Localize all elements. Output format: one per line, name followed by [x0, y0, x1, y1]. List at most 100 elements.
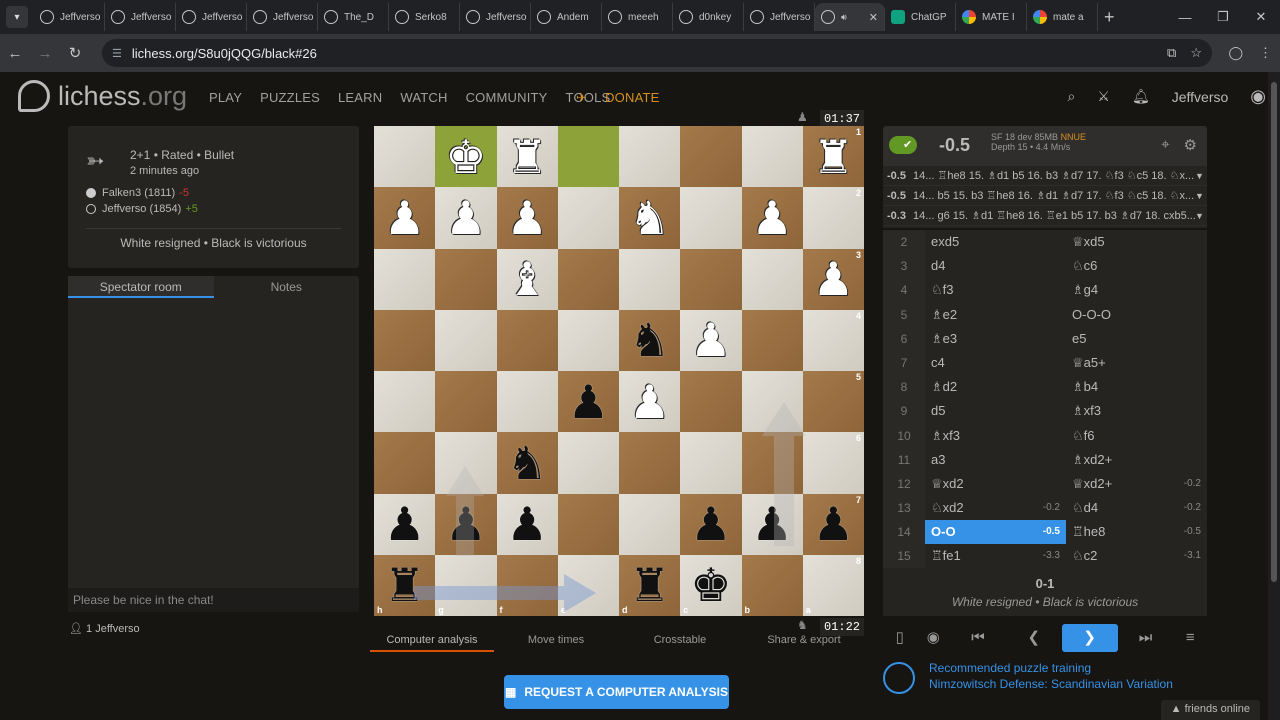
browser-tab[interactable]: mate a — [1027, 3, 1098, 31]
site-info-icon[interactable]: ☰ — [112, 47, 122, 60]
search-icon[interactable]: ⌕ — [1068, 88, 1076, 105]
speaker-icon[interactable]: 🔊︎ — [841, 12, 847, 23]
white-knight-piece[interactable]: ♞ — [629, 195, 670, 241]
board-square[interactable] — [619, 126, 681, 188]
board-square[interactable]: ♟ — [557, 371, 619, 433]
black-move[interactable]: ♗g4 — [1066, 278, 1207, 302]
board-square[interactable]: 5 — [802, 371, 864, 433]
board-square[interactable] — [435, 248, 497, 310]
engine-line[interactable]: -0.3 14... g6 15. ♗d1 ♖he8 16. ♖e1 b5 17.… — [883, 206, 1207, 226]
user-avatar-icon[interactable]: ◉ — [1250, 86, 1266, 107]
board-square[interactable]: ♞ — [496, 432, 558, 494]
board-square[interactable] — [435, 309, 497, 371]
black-knight-piece[interactable]: ♞ — [629, 317, 670, 363]
board-square[interactable]: f — [496, 554, 558, 616]
black-move[interactable]: ♕xd2+ -0.2 — [1066, 472, 1207, 496]
black-move[interactable]: ♘f6 — [1066, 424, 1207, 448]
black-move[interactable]: e5 — [1066, 327, 1207, 351]
prev-move-button[interactable]: ❮ — [1006, 624, 1062, 652]
donate-link[interactable]: ✈ DONATE — [576, 90, 660, 106]
white-move[interactable]: ♗d2 — [925, 375, 1066, 399]
board-square[interactable]: b — [741, 554, 803, 616]
puzzle-theme[interactable]: Nimzowitsch Defense: Scandinavian Variat… — [929, 677, 1173, 691]
board-square[interactable]: ♟ — [435, 493, 497, 555]
browser-tab[interactable]: Andem — [531, 3, 602, 31]
black-rook-piece[interactable]: ♜ — [384, 562, 425, 608]
tab-move-times[interactable]: Move times — [494, 630, 618, 652]
black-king-piece[interactable]: ♚ — [690, 562, 731, 608]
board-square[interactable]: ♟ — [741, 187, 803, 249]
puzzle-title[interactable]: Recommended puzzle training — [929, 661, 1091, 675]
black-pawn-piece[interactable]: ♟ — [568, 379, 609, 425]
engine-line[interactable]: -0.5 14... b5 15. b3 ♖he8 16. ♗d1 ♗d7 17.… — [883, 186, 1207, 206]
black-pawn-piece[interactable]: ♟ — [384, 501, 425, 547]
white-rook-piece[interactable]: ♜ — [507, 134, 548, 180]
board-square[interactable]: ♟ — [496, 187, 558, 249]
board-square[interactable]: ♚ — [435, 126, 497, 188]
request-analysis-button[interactable]: ▦ REQUEST A COMPUTER ANALYSIS — [504, 675, 729, 709]
white-move[interactable]: O-O -0.5 — [925, 520, 1066, 545]
white-pawn-piece[interactable]: ♟ — [445, 195, 486, 241]
board-square[interactable] — [557, 248, 619, 310]
board-square[interactable] — [741, 248, 803, 310]
board-square[interactable] — [680, 371, 742, 433]
browser-tab[interactable]: 🔊︎ ✕ — [815, 3, 885, 31]
white-pawn-piece[interactable]: ♟ — [507, 195, 548, 241]
nav-play[interactable]: PLAY — [209, 90, 242, 105]
notifications-bell-icon[interactable]: 🔔︎ — [1132, 88, 1150, 105]
nav-community[interactable]: COMMUNITY — [466, 90, 548, 105]
install-app-icon[interactable]: ⧉ — [1167, 45, 1176, 61]
menu-icon[interactable]: ≡ — [1173, 624, 1207, 652]
board-square[interactable] — [496, 309, 558, 371]
black-move[interactable]: ♘c2 -3.1 — [1066, 544, 1207, 568]
board-square[interactable]: ♜ — [496, 126, 558, 188]
board-square[interactable]: ♟ — [619, 371, 681, 433]
white-king-piece[interactable]: ♚ — [445, 134, 486, 180]
black-move[interactable]: ♗b4 — [1066, 375, 1207, 399]
browser-tab[interactable]: Serko8 — [389, 3, 460, 31]
target-icon[interactable]: ⌖ — [1161, 136, 1169, 154]
board-square[interactable]: ♚ c — [680, 554, 742, 616]
chat-input[interactable]: Please be nice in the chat! — [68, 588, 359, 612]
black-move[interactable]: ♗xf3 — [1066, 399, 1207, 423]
white-move[interactable]: c4 — [925, 351, 1066, 375]
close-window-button[interactable]: ✕ — [1242, 0, 1280, 34]
close-tab-icon[interactable]: ✕ — [869, 11, 878, 24]
expand-triangle-icon[interactable]: ▼ — [1195, 211, 1207, 221]
profile-icon[interactable]: ◯ — [1228, 45, 1243, 61]
white-move[interactable]: d4 — [925, 254, 1066, 278]
bookmark-star-icon[interactable]: ☆ — [1190, 45, 1202, 61]
board-square[interactable]: ♟ 3 — [802, 248, 864, 310]
board-square[interactable]: ♟ — [374, 187, 436, 249]
black-move[interactable]: ♘d4 -0.2 — [1066, 496, 1207, 520]
forward-button[interactable]: → — [30, 45, 60, 62]
board-square[interactable]: ♞ — [619, 187, 681, 249]
white-pawn-piece[interactable]: ♟ — [629, 379, 670, 425]
page-scrollbar[interactable] — [1268, 72, 1280, 720]
user-menu[interactable]: Jeffverso — [1172, 89, 1229, 105]
board-square[interactable] — [619, 493, 681, 555]
black-move[interactable]: ♕a5+ — [1066, 351, 1207, 375]
board-square[interactable]: ♟ — [680, 493, 742, 555]
back-button[interactable]: ← — [0, 45, 30, 62]
board-square[interactable] — [557, 432, 619, 494]
board-square[interactable]: 2 — [802, 187, 864, 249]
board-square[interactable]: ♟ — [374, 493, 436, 555]
black-move[interactable]: ♘c6 — [1066, 254, 1207, 278]
board-square[interactable] — [557, 493, 619, 555]
board-square[interactable]: 8a — [802, 554, 864, 616]
board-square[interactable] — [374, 248, 436, 310]
board-square[interactable] — [680, 248, 742, 310]
reload-button[interactable]: ↻ — [60, 44, 90, 62]
white-move[interactable]: ♗e2 — [925, 303, 1066, 327]
board-square[interactable]: g — [435, 554, 497, 616]
nav-watch[interactable]: WATCH — [400, 90, 447, 105]
white-move[interactable]: ♗xf3 — [925, 424, 1066, 448]
browser-tab[interactable]: Jeffverso — [34, 3, 105, 31]
minimize-button[interactable]: — — [1166, 0, 1204, 34]
board-square[interactable]: ♟ — [496, 493, 558, 555]
white-bishop-piece[interactable]: ♝ — [507, 256, 548, 302]
browser-menu-icon[interactable]: ⋮ — [1259, 45, 1272, 61]
white-move[interactable]: ♖fe1 -3.3 — [925, 544, 1066, 568]
board-square[interactable] — [741, 371, 803, 433]
